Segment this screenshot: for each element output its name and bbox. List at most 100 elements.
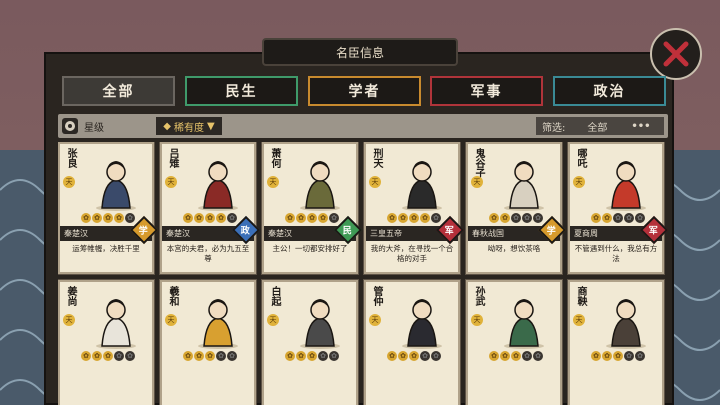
- rarity-filter[interactable]: ◆ 稀有度 ▼: [156, 117, 222, 135]
- official-card[interactable]: 刑天天 ✿ ✿ ✿ ✿ ✿ 三皇五帝军我的大斧，在寻找一个合格的对手: [363, 142, 465, 275]
- official-card[interactable]: 吕雉天 ✿ ✿ ✿ ✿ ✿ 秦楚汉政本宫的夫君，必为九五至尊: [159, 142, 261, 275]
- star-icon: ✿: [591, 213, 601, 223]
- rarity-filter-label: 稀有度: [174, 122, 204, 134]
- star-icon: ✿: [227, 351, 237, 361]
- official-card[interactable]: 商鞅天 ✿ ✿ ✿ ✿ ✿: [567, 279, 665, 405]
- official-card[interactable]: 管仲天 ✿ ✿ ✿ ✿ ✿: [363, 279, 461, 405]
- tab-all[interactable]: 全部: [62, 76, 175, 106]
- star-rating: ✿ ✿ ✿ ✿ ✿: [178, 213, 242, 225]
- rarity-mark: 天: [63, 314, 75, 326]
- star-rating: ✿ ✿ ✿ ✿ ✿: [280, 213, 344, 225]
- star-icon: ✿: [81, 351, 91, 361]
- star-icon: ✿: [489, 213, 499, 223]
- star-icon: ✿: [500, 213, 510, 223]
- star-icon: ✿: [602, 213, 612, 223]
- category-badge-label: 学: [139, 226, 149, 237]
- star-icon: ✿: [533, 351, 543, 361]
- official-portrait: [606, 299, 646, 349]
- star-icon: ✿: [216, 213, 226, 223]
- category-tabs: 全部 民生 学者 军事 政治: [62, 76, 666, 108]
- tab-zhengzhi[interactable]: 政治: [553, 76, 666, 106]
- star-icon: ✿: [398, 351, 408, 361]
- close-icon: [663, 41, 689, 67]
- official-name: 吕雉: [167, 148, 178, 168]
- official-name: 羲和: [167, 286, 178, 306]
- official-portrait: [504, 299, 544, 349]
- filter-bar: 星级 ◆ 稀有度 ▼ 筛选: 全部 •••: [58, 114, 668, 138]
- official-quote: 我的大斧，在寻找一个合格的对手: [370, 244, 454, 263]
- star-rating: ✿ ✿ ✿ ✿ ✿: [586, 213, 650, 225]
- star-rating: ✿ ✿ ✿ ✿ ✿: [382, 213, 446, 225]
- category-badge-label: 学: [547, 226, 557, 237]
- diamond-icon: ◆: [163, 120, 171, 132]
- star-icon: ✿: [624, 213, 634, 223]
- tab-junshi[interactable]: 军事: [430, 76, 543, 106]
- star-icon: ✿: [522, 351, 532, 361]
- star-icon: ✿: [92, 351, 102, 361]
- official-quote: 不管遇到什么，我总有方法: [574, 244, 658, 263]
- official-portrait: [402, 161, 442, 211]
- official-card[interactable]: 萧何天 ✿ ✿ ✿ ✿ ✿ 秦楚汉民主公！一切都安排好了: [261, 142, 363, 275]
- official-portrait: [300, 299, 340, 349]
- star-icon: ✿: [511, 351, 521, 361]
- star-icon: ✿: [420, 351, 430, 361]
- star-icon: ✿: [194, 351, 204, 361]
- screen-filter-label: 筛选:: [542, 122, 566, 134]
- official-card[interactable]: 白起天 ✿ ✿ ✿ ✿ ✿: [261, 279, 359, 405]
- official-card[interactable]: 孙武天 ✿ ✿ ✿ ✿ ✿: [465, 279, 563, 405]
- official-card[interactable]: 姜尚天 ✿ ✿ ✿ ✿ ✿: [58, 279, 155, 405]
- close-button[interactable]: [650, 28, 702, 80]
- rarity-mark: 天: [471, 314, 483, 326]
- star-icon: ✿: [420, 213, 430, 223]
- category-badge-label: 民: [343, 226, 353, 237]
- star-icon: ✿: [591, 351, 601, 361]
- star-icon: ✿: [500, 351, 510, 361]
- category-badge-label: 政: [241, 226, 251, 237]
- star-icon: ✿: [114, 351, 124, 361]
- star-icon: ✿: [409, 213, 419, 223]
- star-icon: ✿: [81, 213, 91, 223]
- star-icon: ✿: [329, 351, 339, 361]
- star-icon: ✿: [103, 351, 113, 361]
- ellipsis-icon[interactable]: •••: [631, 121, 650, 132]
- rarity-mark: 天: [267, 314, 279, 326]
- star-icon: ✿: [318, 351, 328, 361]
- tab-xuezhe[interactable]: 学者: [308, 76, 421, 106]
- star-icon: ✿: [183, 213, 193, 223]
- star-rating: ✿ ✿ ✿ ✿ ✿: [178, 351, 242, 363]
- star-icon: ✿: [387, 351, 397, 361]
- star-icon: ✿: [613, 213, 623, 223]
- rarity-mark: 天: [471, 176, 483, 188]
- official-card[interactable]: 哪吒天 ✿ ✿ ✿ ✿ ✿ 夏商周军不管遇到什么，我总有方法: [567, 142, 668, 275]
- screen-filter-value: 全部: [587, 122, 608, 134]
- official-portrait: [504, 161, 544, 211]
- triangle-down-icon: ▼: [207, 120, 215, 132]
- official-quote: 本宫的夫君，必为九五至尊: [166, 244, 250, 263]
- star-icon: ✿: [409, 351, 419, 361]
- official-name: 白起: [269, 286, 280, 306]
- star-icon: ✿: [296, 351, 306, 361]
- official-name: 哪吒: [575, 148, 586, 168]
- star-filter[interactable]: 星级: [62, 117, 104, 135]
- rarity-mark: 天: [63, 176, 75, 188]
- star-icon: ✿: [307, 351, 317, 361]
- official-portrait: [96, 299, 136, 349]
- official-name: 萧何: [269, 148, 280, 168]
- official-card[interactable]: 鬼谷子天 ✿ ✿ ✿ ✿ ✿ 春秋战国学呦呀，想饮茶咯: [465, 142, 567, 275]
- official-portrait: [96, 161, 136, 211]
- star-icon: ✿: [285, 213, 295, 223]
- official-name: 张良: [65, 148, 76, 168]
- official-name: 姜尚: [65, 286, 76, 306]
- rarity-mark: 天: [267, 176, 279, 188]
- tab-minsheng[interactable]: 民生: [185, 76, 298, 106]
- official-quote: 运筹帷幄，决胜千里: [72, 244, 140, 253]
- star-icon: ✿: [624, 351, 634, 361]
- official-card[interactable]: 张良天 ✿ ✿ ✿ ✿ ✿ 秦楚汉学运筹帷幄，决胜千里: [58, 142, 159, 275]
- star-icon: ✿: [205, 213, 215, 223]
- official-name: 刑天: [371, 148, 382, 168]
- flower-icon: [62, 118, 78, 134]
- official-quote: 主公！一切都安排好了: [272, 244, 348, 253]
- screen-filter[interactable]: 筛选: 全部 •••: [536, 117, 664, 135]
- official-card[interactable]: 羲和天 ✿ ✿ ✿ ✿ ✿: [159, 279, 257, 405]
- rarity-mark: 天: [369, 314, 381, 326]
